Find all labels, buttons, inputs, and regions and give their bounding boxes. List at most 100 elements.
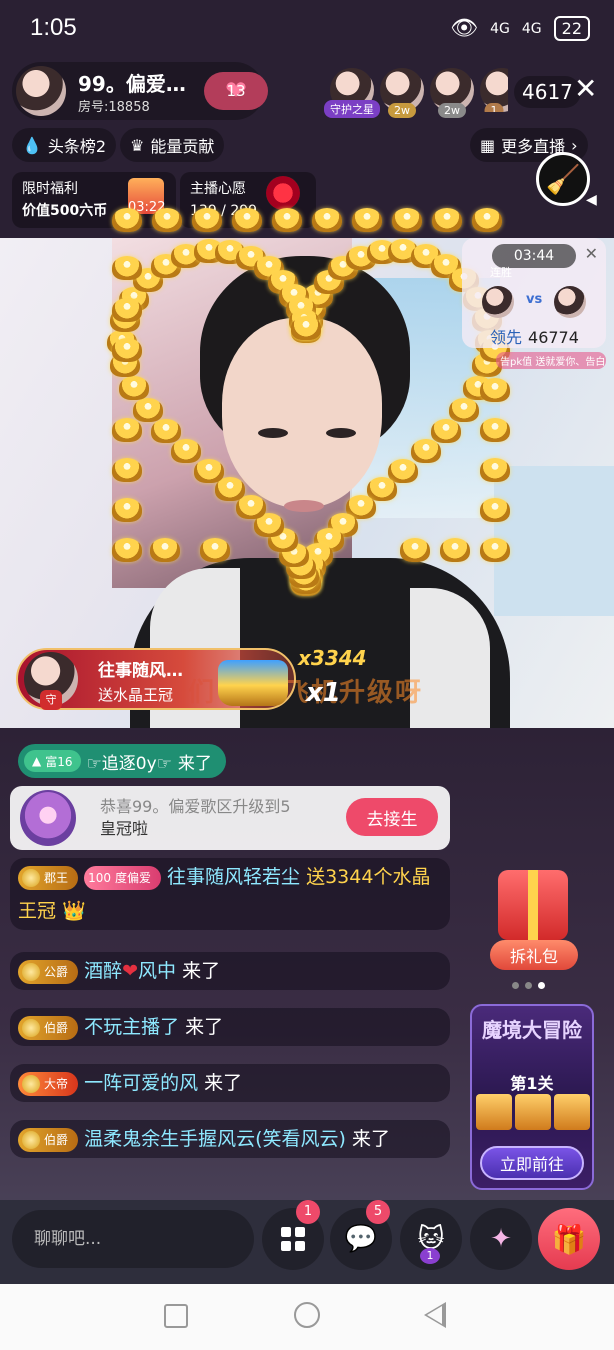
rank-badge: 公爵 (18, 959, 79, 984)
gold-ingot (312, 208, 342, 232)
rocket-icon (20, 790, 76, 846)
pk-avatar[interactable] (482, 286, 514, 318)
pk-lead-score: 46774 (528, 328, 579, 347)
message-action: 来了 (204, 1072, 243, 1094)
gold-ingot (472, 208, 502, 232)
message-user-name-2[interactable]: 风中 (138, 960, 176, 982)
more-button[interactable]: 1 (262, 1200, 324, 1270)
bottom-toolbar: 聊聊吧... 1 💬 5 🐱 1 ✦ 🎁 (0, 1200, 614, 1284)
gold-ingot (132, 397, 163, 422)
gift-button[interactable]: 🎁 (538, 1208, 600, 1270)
rich-level-badge: ▲ 富16 (24, 750, 81, 772)
crown-icon: ♛ (130, 135, 145, 155)
gold-ingot (480, 458, 510, 482)
gold-ingot (290, 315, 321, 340)
crown-icon: 👑 (62, 900, 86, 922)
chat-message[interactable]: 郡王 100 度偏爱 往事随风轻若尘 送3344个水晶王冠 👑 (10, 858, 450, 930)
gift-action: 送水晶王冠 (98, 686, 174, 704)
home-icon[interactable] (294, 1302, 320, 1328)
system-upgrade-card: 恭喜99。偏爱歌区升级到5 皇冠啦 去接生 (10, 786, 450, 850)
pk-win-label: 连胜 (490, 266, 512, 279)
viewer-avatar[interactable]: 守护之星 (324, 68, 380, 118)
enter-notice[interactable]: ▲ 富16 ☞追逐0y☞ 来了 (18, 744, 226, 778)
medal-icon (22, 1130, 40, 1149)
message-button[interactable]: 💬 5 (330, 1200, 392, 1270)
close-icon[interactable]: ✕ (574, 72, 597, 105)
diamond-icon: ▲ (32, 754, 42, 768)
gift-icon: 🎁 (551, 1222, 587, 1256)
gold-ingot (431, 419, 462, 443)
gold-ingot (118, 375, 149, 400)
viewer-avatar[interactable]: 2w (380, 68, 424, 118)
rank-badge: 郡王 (18, 865, 79, 890)
message-user-name[interactable]: 不玩主播了 (84, 1016, 179, 1038)
chat-message[interactable]: 大帝 一阵可爱的风 来了 (10, 1064, 450, 1102)
chat-bubble-icon: 💬 (344, 1224, 378, 1254)
headline-rank-button[interactable]: 💧 头条榜2 (12, 128, 117, 162)
follow-heart-button[interactable]: ❤ 13 (204, 72, 268, 110)
paper-crane-button[interactable]: ✦ (470, 1208, 532, 1270)
adventure-cards (476, 1094, 590, 1130)
ribbon (528, 870, 538, 940)
game-button[interactable]: 🐱 1 (400, 1208, 462, 1270)
message-action: 来了 (182, 960, 221, 982)
gold-ingot (112, 538, 142, 562)
viewer-avatar[interactable]: 2w (430, 68, 474, 118)
energy-button[interactable]: ♛ 能量贡献 (120, 128, 225, 162)
anchor-avatar[interactable] (16, 66, 66, 116)
chat-message[interactable]: 公爵 酒醉❤风中 来了 (10, 952, 450, 990)
gold-ingot (480, 538, 510, 562)
system-line-2: 皇冠啦 (100, 819, 149, 838)
gold-ingot (112, 208, 142, 232)
anchor-info[interactable]: 99。偏爱… 房号:18858 ❤ 13 (12, 62, 268, 120)
message-user-name[interactable]: 温柔鬼余生手握风云(笑看风云) (84, 1128, 346, 1150)
pk-widget[interactable]: 03:44 ✕ 连胜 vs 领先 46774 (462, 238, 606, 348)
viewer-tag: 2w (388, 103, 416, 118)
viewer-avatar[interactable]: 1 (480, 68, 508, 112)
gold-ingot (112, 338, 142, 362)
close-icon[interactable]: ✕ (585, 244, 598, 263)
heart-icon: ❤ (122, 960, 138, 982)
open-pack-button[interactable]: 拆礼包 (490, 940, 578, 970)
gold-ingot (150, 538, 180, 562)
coin-row-effect (0, 204, 614, 238)
rank-label: 大帝 (44, 1076, 69, 1091)
chat-input[interactable]: 聊聊吧... (12, 1210, 254, 1268)
viewer-tag: 守护之星 (324, 100, 380, 118)
catch-birth-button[interactable]: 去接生 (346, 798, 438, 836)
heart-count: 13 (226, 82, 246, 100)
message-user-name[interactable]: 一阵可爱的风 (84, 1072, 198, 1094)
online-count[interactable]: 4617 (514, 76, 581, 108)
pk-avatar[interactable] (554, 286, 586, 318)
gold-ingot (440, 538, 470, 562)
clock: 1:05 (30, 14, 77, 41)
broom-icon[interactable]: 🧹 (536, 152, 590, 206)
rank-label: 伯爵 (44, 1132, 69, 1147)
chat-message[interactable]: 伯爵 温柔鬼余生手握风云(笑看风云) 来了 (10, 1120, 450, 1158)
message-user-name[interactable]: 往事随风轻若尘 (167, 866, 300, 888)
fan-label: 度偏爱 (114, 870, 151, 885)
gold-ingot (112, 418, 142, 442)
gold-ingot (112, 256, 142, 280)
gift-combo-count: x3344 (298, 646, 367, 670)
gold-ingot (171, 439, 202, 464)
chat-panel: ▲ 富16 ☞追逐0y☞ 来了 恭喜99。偏爱歌区升级到5 皇冠啦 去接生 郡王 … (0, 728, 614, 1218)
signal-icon-2: 4G (521, 20, 542, 37)
medal-icon (22, 1074, 40, 1093)
adventure-banner[interactable]: 魔境大冒险 第1关 立即前往 (470, 1004, 594, 1190)
message-user-name[interactable]: 酒醉 (84, 960, 122, 982)
energy-label: 能量贡献 (150, 137, 215, 156)
red-packet[interactable]: 拆礼包 (486, 864, 582, 974)
anchor-name: 99。偏爱… (78, 72, 186, 96)
status-icons: 👁 4G 4G 22 (450, 16, 590, 41)
pk-vs-label: vs (526, 292, 543, 307)
pk-lead-label: 领先 (490, 328, 523, 347)
eye-icon: 👁 (450, 16, 479, 41)
gift-combo-multiplier: x1 (306, 678, 341, 708)
recent-apps-icon[interactable] (164, 1304, 188, 1328)
gold-ingot (232, 208, 262, 232)
go-now-button[interactable]: 立即前往 (480, 1146, 584, 1180)
back-icon[interactable] (424, 1302, 446, 1328)
gold-ingot (400, 538, 430, 562)
chat-message[interactable]: 伯爵 不玩主播了 来了 (10, 1008, 450, 1046)
